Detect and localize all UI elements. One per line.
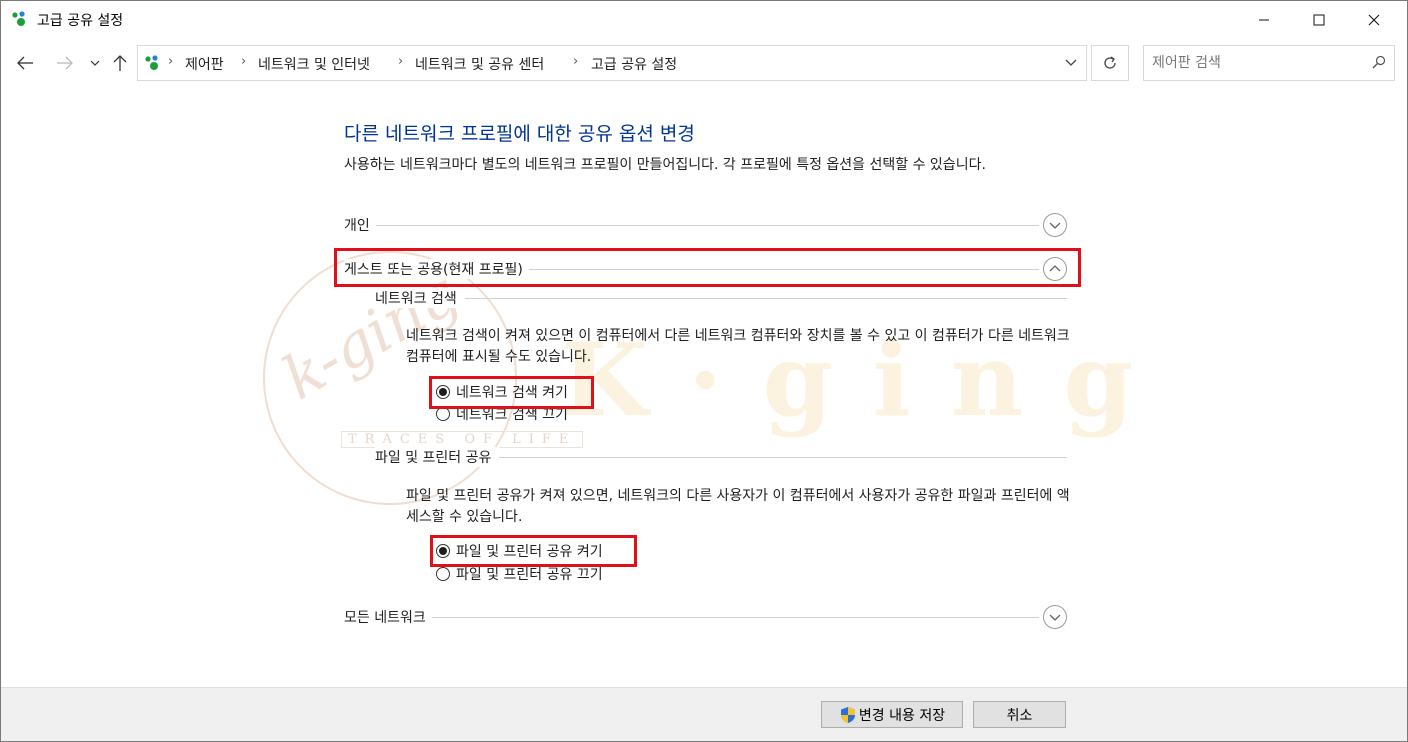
footer-bar bbox=[1, 687, 1407, 741]
network-discovery-header: 네트워크 검색 bbox=[375, 288, 1067, 308]
divider bbox=[375, 298, 1067, 299]
breadcrumb-advanced-sharing[interactable]: 고급 공유 설정 bbox=[591, 54, 677, 74]
save-changes-label: 변경 내용 저장 bbox=[858, 707, 946, 724]
minimize-button[interactable] bbox=[1241, 1, 1287, 39]
highlight-box-guest-profile bbox=[334, 248, 1081, 287]
up-arrow-icon bbox=[113, 55, 127, 71]
back-button[interactable] bbox=[13, 49, 37, 77]
radio-unselected-icon bbox=[436, 407, 450, 421]
refresh-button[interactable] bbox=[1091, 45, 1129, 81]
recent-locations-button[interactable] bbox=[87, 49, 103, 77]
search-icon[interactable] bbox=[1372, 55, 1386, 69]
divider bbox=[344, 617, 1039, 618]
breadcrumb-separator: › bbox=[241, 54, 247, 69]
file-sharing-off-radio[interactable]: 파일 및 프린터 공유 끄기 bbox=[436, 564, 603, 584]
search-input[interactable] bbox=[1150, 52, 1364, 74]
forward-arrow-icon bbox=[57, 56, 73, 70]
address-bar[interactable]: › 제어판 › 네트워크 및 인터넷 › 네트워크 및 공유 센터 › 고급 공… bbox=[137, 45, 1087, 81]
forward-button[interactable] bbox=[53, 49, 77, 77]
chevron-down-icon bbox=[1049, 614, 1061, 621]
file-sharing-off-label: 파일 및 프린터 공유 끄기 bbox=[456, 567, 603, 583]
breadcrumb-separator: › bbox=[168, 54, 174, 69]
network-discovery-description: 네트워크 검색이 켜져 있으면 이 컴퓨터에서 다른 네트워크 컴퓨터와 장치를… bbox=[406, 328, 1070, 365]
profile-all-header[interactable]: 모든 네트워크 bbox=[344, 605, 1067, 629]
chevron-down-icon[interactable] bbox=[1064, 55, 1078, 69]
breadcrumb-network-internet[interactable]: 네트워크 및 인터넷 bbox=[258, 54, 370, 74]
minimize-icon bbox=[1259, 19, 1269, 21]
uac-shield-icon bbox=[840, 706, 855, 723]
expand-all-button[interactable] bbox=[1043, 605, 1067, 629]
refresh-icon bbox=[1104, 56, 1116, 69]
chevron-down-icon bbox=[90, 60, 100, 66]
network-discovery-title: 네트워크 검색 bbox=[375, 288, 465, 308]
cancel-button[interactable]: 취소 bbox=[973, 701, 1066, 728]
page-title: 다른 네트워크 프로필에 대한 공유 옵션 변경 bbox=[344, 123, 695, 145]
watermark-subtext: TRACES OF LIFE bbox=[341, 431, 584, 448]
back-arrow-icon bbox=[17, 56, 33, 70]
breadcrumb-control-panel[interactable]: 제어판 bbox=[185, 54, 224, 74]
profile-private-label: 개인 bbox=[344, 215, 376, 235]
file-sharing-title: 파일 및 프린터 공유 bbox=[375, 447, 500, 467]
network-sharing-icon bbox=[12, 11, 25, 26]
breadcrumb-network-sharing-center[interactable]: 네트워크 및 공유 센터 bbox=[415, 54, 544, 74]
breadcrumb-separator: › bbox=[573, 54, 579, 69]
radio-unselected-icon bbox=[436, 567, 450, 581]
profile-private-header[interactable]: 개인 bbox=[344, 213, 1067, 237]
close-button[interactable] bbox=[1351, 1, 1397, 39]
highlight-box-file-sharing-on bbox=[430, 535, 637, 567]
file-sharing-header: 파일 및 프린터 공유 bbox=[375, 447, 1067, 467]
divider bbox=[344, 225, 1039, 226]
maximize-button[interactable] bbox=[1296, 1, 1342, 39]
breadcrumb-separator: › bbox=[398, 54, 404, 69]
network-sharing-icon bbox=[145, 55, 158, 70]
file-sharing-description: 파일 및 프린터 공유가 켜져 있으면, 네트워크의 다른 사용자가 이 컴퓨터… bbox=[406, 488, 1070, 525]
title-bar: 고급 공유 설정 bbox=[1, 1, 1407, 39]
page-description: 사용하는 네트워크마다 별도의 네트워크 프로필이 만들어집니다. 각 프로필에… bbox=[344, 157, 986, 173]
maximize-icon bbox=[1313, 14, 1325, 26]
window-title: 고급 공유 설정 bbox=[37, 13, 124, 29]
up-button[interactable] bbox=[109, 49, 131, 77]
chevron-down-icon bbox=[1049, 222, 1061, 229]
close-icon bbox=[1368, 14, 1380, 26]
search-box[interactable] bbox=[1143, 45, 1395, 81]
profile-all-label: 모든 네트워크 bbox=[344, 607, 432, 627]
highlight-box-network-discovery-on bbox=[429, 376, 594, 409]
expand-private-button[interactable] bbox=[1043, 213, 1067, 237]
window: k-ging K·ging TRACES OF LIFE 고급 공유 설정 › … bbox=[0, 0, 1408, 742]
save-changes-button[interactable]: 변경 내용 저장 bbox=[821, 701, 963, 728]
